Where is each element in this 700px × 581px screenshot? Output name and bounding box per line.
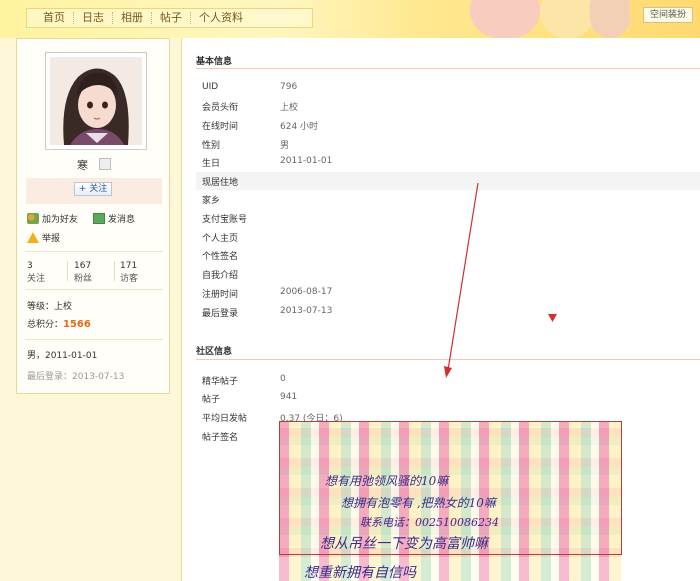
info-row: 个人主页 [196,228,700,246]
stat-label: 粉丝 [74,274,93,284]
stat-value: 167 [74,261,92,271]
info-key: 个人主页 [202,234,239,244]
info-value: 2013-07-13 [280,306,333,316]
divider [25,289,163,290]
points-line: 总积分：1566 [27,317,91,330]
profile-sidebar: 寒 + 关注 加为好友 发消息 举报 3 关注 167 粉丝 171 访客 等级… [16,38,170,394]
info-key: 最后登录 [202,309,239,319]
banner-illustration [590,0,630,38]
info-row: 性别 男 [196,135,700,153]
info-value: 796 [280,82,298,92]
avatar[interactable] [45,52,147,150]
info-row: 个性签名 [196,246,700,264]
signature-line: 想拥有泡零有 ,把熟女的10嘛 [341,496,496,510]
add-friend-label: 加为好友 [42,215,79,225]
stat-fans[interactable]: 167 粉丝 [74,261,92,284]
divider [114,261,115,281]
add-friend-icon [27,213,39,224]
add-friend-link[interactable]: 加为好友 [27,212,78,225]
info-key: 在线时间 [202,122,239,132]
info-key: 支付宝账号 [202,215,248,225]
info-row: UID 796 [196,79,700,97]
stat-value: 3 [27,261,33,271]
skin-button[interactable]: 空间装扮 [643,7,693,23]
online-status-icon [99,158,111,170]
stat-visitors[interactable]: 171 访客 [120,261,138,284]
nav-album[interactable]: 相册 [113,12,152,24]
divider [25,339,163,340]
message-icon [93,213,105,224]
info-key: 精华帖子 [202,377,239,387]
info-key: 自我介绍 [202,271,239,281]
send-message-label: 发消息 [108,215,136,225]
avatar-image [50,57,142,145]
info-value: 624 小时 [280,122,319,132]
nav-home[interactable]: 首页 [35,12,74,24]
stat-label: 关注 [27,274,46,284]
info-row: 在线时间 624 小时 [196,116,700,134]
info-row: 最后登录 2013-07-13 [196,303,700,321]
send-message-link[interactable]: 发消息 [93,212,135,225]
section-title-community: 社区信息 [196,347,233,357]
profile-main: 基本信息 UID 796 会员头衔 上校 在线时间 624 小时 性别 男 生日 2011… [181,38,700,581]
points-value: 1566 [63,319,91,330]
gender-birthday: 男，2011-01-01 [27,351,98,361]
info-key: 家乡 [202,196,221,206]
stat-following[interactable]: 3 关注 [27,261,45,284]
nav-posts[interactable]: 帖子 [152,12,191,24]
username: 寒 [77,159,88,172]
banner-illustration [470,0,540,38]
last-login: 最后登录：2013-07-13 [27,372,125,382]
nav-blog[interactable]: 日志 [74,12,113,24]
info-key: 生日 [202,159,221,169]
info-value: 上校 [280,103,299,113]
info-key: 注册时间 [202,290,239,300]
report-link[interactable]: 举报 [27,231,60,244]
section-title-basic: 基本信息 [196,57,233,67]
info-value: 2011-01-01 [280,156,333,166]
info-value: 941 [280,392,298,402]
info-value: 男 [280,141,290,151]
info-key: 会员头衔 [202,103,239,113]
points-label: 总积分： [27,320,64,330]
info-row: 注册时间 2006-08-17 [196,284,700,302]
level-label: 等级： [27,302,55,312]
info-row: 生日 2011-01-01 [196,153,700,171]
info-key: 帖子 [202,395,221,405]
section-rule [196,359,700,360]
top-nav: 首页 日志 相册 帖子 个人资料 [26,8,313,28]
nav-profile[interactable]: 个人资料 [191,12,251,24]
info-row: 自我介绍 [196,265,700,283]
info-row: 家乡 [196,190,700,208]
info-key: 帖子签名 [202,433,239,443]
stat-value: 171 [120,261,138,271]
info-key: 性别 [202,141,221,151]
divider [25,251,163,252]
info-row: 精华帖子 0 [196,371,700,389]
info-value: 0 [280,374,286,384]
signature-line: 想从吊丝一下变为高富帅嘛 [320,536,488,552]
info-row: 现居住地 [196,172,700,190]
info-row: 帖子 941 [196,389,700,407]
signature-line: 联系电话：002510086234 [360,516,499,529]
stat-label: 访客 [120,274,139,284]
info-key: 现居住地 [202,178,239,188]
info-key: 平均日发帖 [202,414,248,424]
info-row: 支付宝账号 [196,209,700,227]
info-key: UID [202,82,219,92]
signature-line: 想有用弛领风骚的10嘛 [325,474,449,488]
info-key: 个性签名 [202,252,239,262]
banner-illustration [540,0,595,38]
info-row: 会员头衔 上校 [196,97,700,115]
level-value: 上校 [54,302,73,312]
signature-line: 想重新拥有自信吗 [304,565,416,581]
warning-icon [27,232,39,243]
section-rule [196,68,700,69]
info-value: 2006-08-17 [280,287,333,297]
level-line: 等级：上校 [27,299,72,312]
report-label: 举报 [42,234,61,244]
follow-button[interactable]: + 关注 [74,182,112,196]
divider [67,261,68,281]
